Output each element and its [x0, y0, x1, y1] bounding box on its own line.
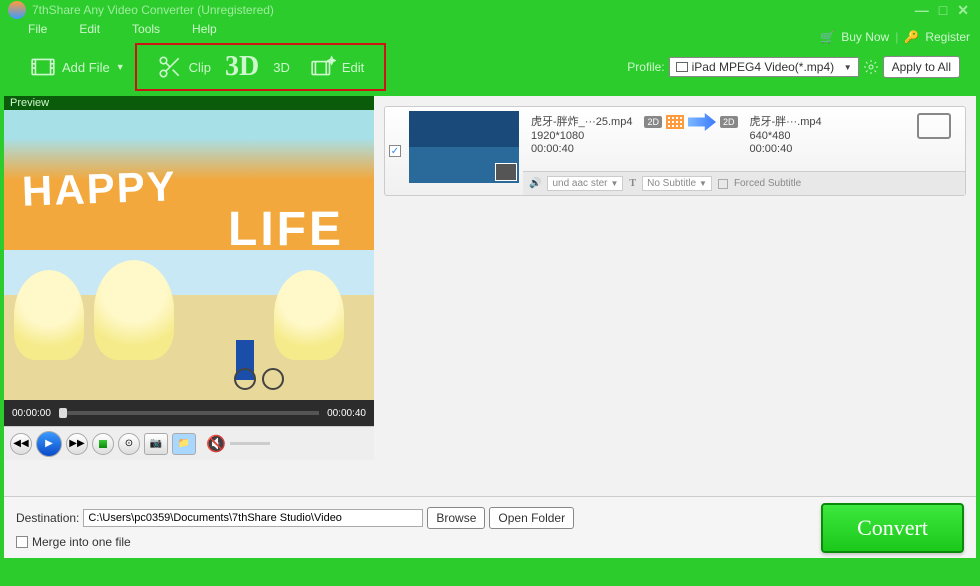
folder-button[interactable]: 📁	[172, 433, 196, 455]
film-icon	[30, 54, 56, 80]
threed-label: 3D	[273, 60, 290, 75]
preview-column: Preview 河源软件园 www.pc0359.cn HAPPY LIFE 0…	[4, 96, 374, 496]
step-button[interactable]: ⊙	[118, 433, 140, 455]
file-thumbnail	[409, 111, 519, 183]
separator: |	[895, 30, 898, 44]
destination-label: Destination:	[16, 511, 79, 525]
device-icon	[676, 62, 688, 72]
audio-value: und aac ster	[552, 178, 607, 189]
scissors-icon	[157, 54, 183, 80]
clip-button[interactable]: Clip	[147, 48, 221, 86]
register-link[interactable]: Register	[925, 30, 970, 44]
next-button[interactable]: ▶▶	[66, 433, 88, 455]
profile-dropdown[interactable]: iPad MPEG4 Video(*.mp4) ▼	[669, 57, 859, 77]
time-start: 00:00:00	[12, 408, 51, 419]
target-device-icon	[917, 113, 951, 139]
profile-bar: Profile: iPad MPEG4 Video(*.mp4) ▼ Apply…	[627, 56, 960, 78]
highlighted-tools: Clip 3D 3D Edit	[135, 43, 387, 91]
conversion-arrow: 2D 2D	[644, 113, 737, 131]
preview-text-happy: HAPPY	[21, 162, 177, 215]
key-icon: 🔑	[904, 30, 919, 44]
preview-label: Preview	[4, 96, 374, 110]
prev-button[interactable]: ◀◀	[10, 433, 32, 455]
file-item[interactable]: ✓ 虎牙-胖炸_···25.mp4 1920*1080 00:00:40 2D	[384, 106, 966, 196]
maximize-button[interactable]: □	[936, 2, 950, 19]
add-file-label: Add File	[62, 60, 110, 75]
source-resolution: 1920*1080	[531, 130, 632, 142]
menu-tools[interactable]: Tools	[132, 22, 160, 36]
file-metadata: 虎牙-胖炸_···25.mp4 1920*1080 00:00:40 2D 2D…	[523, 107, 965, 195]
titlebar: 7thShare Any Video Converter (Unregister…	[0, 0, 980, 20]
threed-big-label: 3D	[225, 51, 259, 83]
audio-icon: 🔊	[529, 178, 541, 189]
play-button[interactable]: ▶	[36, 431, 62, 457]
subtitle-icon: T	[629, 178, 636, 189]
timeline-knob[interactable]	[59, 408, 67, 418]
open-folder-button[interactable]: Open Folder	[489, 507, 574, 529]
dest-duration: 00:00:40	[750, 143, 822, 155]
merge-checkbox[interactable]	[16, 536, 28, 548]
window-title: 7thShare Any Video Converter (Unregister…	[32, 3, 274, 17]
volume-control: 🔇	[206, 434, 270, 454]
menu-edit[interactable]: Edit	[79, 22, 100, 36]
dropdown-arrow-icon: ▼	[116, 62, 125, 72]
file-list: ✓ 虎牙-胖炸_···25.mp4 1920*1080 00:00:40 2D	[374, 96, 976, 496]
source-2d-badge: 2D	[644, 116, 662, 128]
cart-icon: 🛒	[820, 30, 835, 44]
threed-button[interactable]: 3D	[263, 54, 300, 81]
forced-subtitle-label: Forced Subtitle	[734, 178, 801, 189]
settings-icon[interactable]	[863, 59, 879, 75]
dest-resolution: 640*480	[750, 130, 822, 142]
source-filename: 虎牙-胖炸_···25.mp4	[531, 113, 632, 129]
menu-help[interactable]: Help	[192, 22, 217, 36]
timeline: 00:00:00 00:00:40	[4, 400, 374, 426]
dest-2d-badge: 2D	[720, 116, 738, 128]
top-right-links: 🛒 Buy Now | 🔑 Register	[820, 30, 970, 44]
pip-thumbnail	[495, 163, 517, 181]
mute-icon[interactable]: 🔇	[206, 434, 226, 454]
edit-button[interactable]: Edit	[300, 48, 374, 86]
bottom-bar: Destination: Browse Open Folder Merge in…	[4, 496, 976, 558]
dest-filename: 虎牙-胖···.mp4	[750, 113, 822, 129]
arrow-icon	[688, 113, 716, 131]
clip-label: Clip	[189, 60, 211, 75]
add-file-button[interactable]: Add File ▼	[20, 48, 135, 86]
playback-controls: ◀◀ ▶ ▶▶ ⊙ 📷 📁 🔇	[4, 426, 374, 460]
preview-text-life: LIFE	[228, 202, 344, 257]
film-sparkle-icon	[310, 54, 336, 80]
close-button[interactable]: ✕	[954, 2, 972, 19]
window-controls: — □ ✕	[912, 2, 972, 19]
subtitle-dropdown[interactable]: No Subtitle ▼	[642, 176, 712, 191]
snapshot-button[interactable]: 📷	[144, 433, 168, 455]
chevron-down-icon: ▼	[699, 179, 707, 188]
toolbar: Add File ▼ Clip 3D 3D Edit Profile: iPad…	[0, 38, 980, 96]
chevron-down-icon: ▼	[611, 179, 619, 188]
forced-subtitle-checkbox[interactable]	[718, 179, 728, 189]
audio-dropdown[interactable]: und aac ster ▼	[547, 176, 623, 191]
timeline-track[interactable]	[59, 411, 319, 415]
profile-value: iPad MPEG4 Video(*.mp4)	[692, 60, 835, 74]
destination-input[interactable]	[83, 509, 423, 527]
stop-button[interactable]	[92, 433, 114, 455]
merge-label: Merge into one file	[32, 535, 131, 549]
edit-label: Edit	[342, 60, 364, 75]
buy-now-link[interactable]: Buy Now	[841, 30, 889, 44]
source-duration: 00:00:40	[531, 143, 632, 155]
preview-image: 河源软件园 www.pc0359.cn HAPPY LIFE	[4, 110, 374, 400]
chevron-down-icon: ▼	[844, 63, 852, 72]
apply-to-all-button[interactable]: Apply to All	[883, 56, 960, 78]
profile-label: Profile:	[627, 60, 664, 74]
subtitle-value: No Subtitle	[647, 178, 696, 189]
app-logo-icon	[8, 1, 26, 19]
minimize-button[interactable]: —	[912, 2, 932, 19]
convert-button[interactable]: Convert	[821, 503, 964, 553]
volume-slider[interactable]	[230, 442, 270, 445]
file-checkbox[interactable]: ✓	[389, 145, 401, 157]
menu-file[interactable]: File	[28, 22, 47, 36]
browse-button[interactable]: Browse	[427, 507, 485, 529]
grid-icon	[666, 115, 684, 129]
time-end: 00:00:40	[327, 408, 366, 419]
workspace: Preview 河源软件园 www.pc0359.cn HAPPY LIFE 0…	[4, 96, 976, 496]
